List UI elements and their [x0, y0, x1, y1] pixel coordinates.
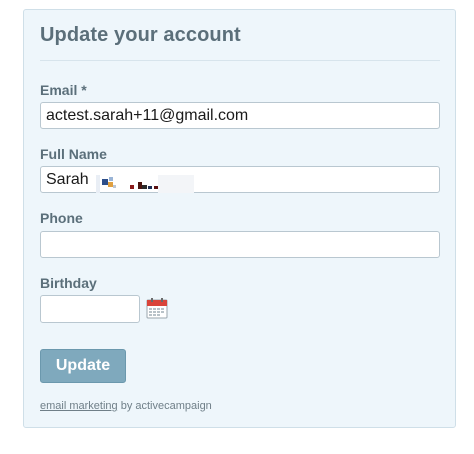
page: Update your account Email * Full Name Ph…	[0, 0, 474, 454]
account-form-card: Update your account Email * Full Name Ph…	[23, 9, 456, 428]
full-name-label: Full Name	[40, 146, 107, 162]
calendar-icon[interactable]	[146, 297, 168, 319]
redacted-name-overlay	[96, 175, 196, 193]
birthday-field[interactable]	[40, 295, 140, 323]
email-label: Email *	[40, 82, 87, 98]
footer-suffix: by activecampaign	[117, 400, 212, 412]
phone-label: Phone	[40, 210, 83, 226]
email-field[interactable]	[40, 102, 440, 129]
update-button[interactable]: Update	[40, 349, 126, 383]
birthday-label: Birthday	[40, 275, 97, 291]
phone-field[interactable]	[40, 231, 440, 258]
email-marketing-link[interactable]: email marketing	[40, 400, 118, 412]
form-title: Update your account	[40, 24, 241, 46]
title-divider	[40, 60, 440, 61]
footer-credit: email marketing by activecampaign	[40, 400, 212, 412]
